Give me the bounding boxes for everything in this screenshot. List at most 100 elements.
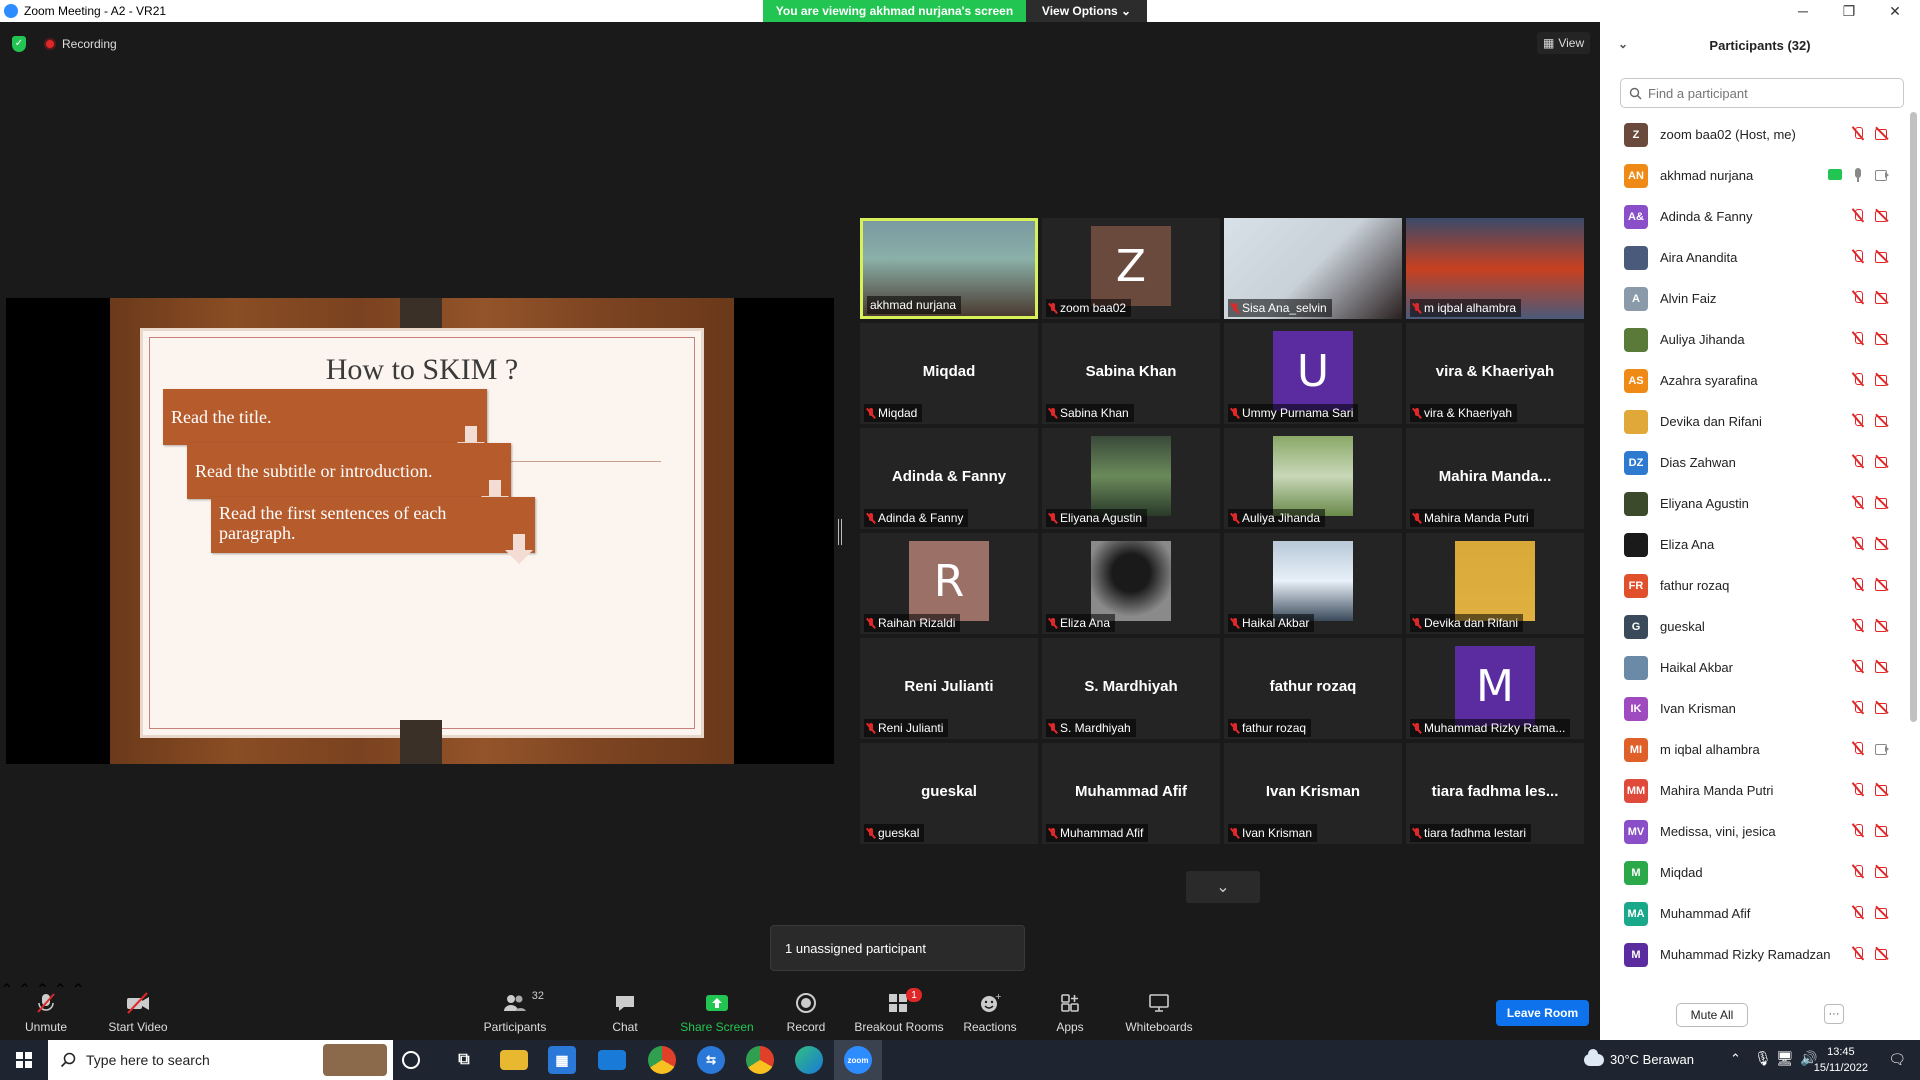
- start-video-button[interactable]: Start Video: [104, 980, 172, 1040]
- participant-row[interactable]: MI m iqbal alhambra: [1600, 729, 1904, 770]
- video-off-icon[interactable]: [1874, 578, 1890, 592]
- security-shield-icon[interactable]: ✓: [12, 36, 26, 52]
- participant-row[interactable]: M Miqdad: [1600, 852, 1904, 893]
- minimize-button[interactable]: ─: [1780, 0, 1826, 22]
- participants-button[interactable]: 32 Participants: [480, 980, 550, 1040]
- microsoft-store-icon[interactable]: ▦: [548, 1046, 576, 1074]
- view-options-button[interactable]: View Options ⌄: [1026, 0, 1147, 22]
- participant-row[interactable]: MM Mahira Manda Putri: [1600, 770, 1904, 811]
- video-tile[interactable]: M Muhammad Rizky Rama...: [1406, 638, 1584, 739]
- taskbar-clock[interactable]: 13:45 15/11/2022: [1814, 1044, 1868, 1076]
- video-off-icon[interactable]: [1874, 291, 1890, 305]
- video-off-icon[interactable]: [1874, 947, 1890, 961]
- whiteboards-button[interactable]: Whiteboards: [1124, 980, 1194, 1040]
- video-off-icon[interactable]: [1874, 127, 1890, 141]
- microphone-muted-icon[interactable]: [1850, 209, 1866, 223]
- mute-all-button[interactable]: Mute All: [1676, 1003, 1748, 1027]
- video-tile[interactable]: Muhammad Afif Muhammad Afif: [1042, 743, 1220, 844]
- task-view-icon[interactable]: ⧉: [450, 1046, 478, 1074]
- cortana-icon[interactable]: [402, 1051, 420, 1069]
- video-tile[interactable]: Reni Julianti Reni Julianti: [860, 638, 1038, 739]
- video-tile[interactable]: tiara fadhma les... tiara fadhma lestari: [1406, 743, 1584, 844]
- microphone-muted-icon[interactable]: [1850, 373, 1866, 387]
- video-tile[interactable]: S. Mardhiyah S. Mardhiyah: [1042, 638, 1220, 739]
- participant-search-input[interactable]: [1648, 85, 1888, 101]
- microphone-muted-icon[interactable]: [1850, 291, 1866, 305]
- microphone-muted-icon[interactable]: [1850, 906, 1866, 920]
- notification-icon[interactable]: 🗨: [1888, 1051, 1906, 1068]
- participant-row[interactable]: M Muhammad Rizky Ramadzan: [1600, 934, 1904, 975]
- video-off-icon[interactable]: [1874, 373, 1890, 387]
- video-off-icon[interactable]: [1874, 906, 1890, 920]
- microphone-muted-icon[interactable]: [1850, 947, 1866, 961]
- leave-room-button[interactable]: Leave Room: [1496, 1000, 1589, 1026]
- view-button[interactable]: ▦ View: [1537, 32, 1591, 54]
- split-view-handle[interactable]: [838, 519, 842, 545]
- participant-row[interactable]: FR fathur rozaq: [1600, 565, 1904, 606]
- video-tile[interactable]: Sabina Khan Sabina Khan: [1042, 323, 1220, 424]
- microphone-muted-icon[interactable]: [1850, 865, 1866, 879]
- unmute-button[interactable]: Unmute: [18, 980, 74, 1040]
- close-button[interactable]: ✕: [1872, 0, 1918, 22]
- video-tile[interactable]: Eliyana Agustin: [1042, 428, 1220, 529]
- more-options-button[interactable]: ···: [1824, 1004, 1844, 1024]
- weather-widget[interactable]: 30°C Berawan: [1584, 1048, 1694, 1067]
- participant-row[interactable]: MA Muhammad Afif: [1600, 893, 1904, 934]
- microphone-muted-icon[interactable]: [1850, 701, 1866, 715]
- participant-row[interactable]: A& Adinda & Fanny: [1600, 196, 1904, 237]
- video-tile[interactable]: U Ummy Purnama Sari: [1224, 323, 1402, 424]
- apps-button[interactable]: Apps: [1054, 980, 1086, 1040]
- microphone-muted-icon[interactable]: [1850, 127, 1866, 141]
- microphone-muted-icon[interactable]: [1850, 455, 1866, 469]
- microphone-muted-icon[interactable]: [1850, 824, 1866, 838]
- video-tile[interactable]: akhmad nurjana: [860, 218, 1038, 319]
- video-tile[interactable]: fathur rozaq fathur rozaq: [1224, 638, 1402, 739]
- video-off-icon[interactable]: [1874, 332, 1890, 346]
- video-camera-icon[interactable]: [1874, 168, 1890, 182]
- start-button[interactable]: [0, 1040, 48, 1080]
- microphone-muted-icon[interactable]: [1850, 742, 1866, 756]
- taskbar-search-box[interactable]: Type here to search: [48, 1040, 393, 1080]
- video-off-icon[interactable]: [1874, 701, 1890, 715]
- video-off-icon[interactable]: [1874, 660, 1890, 674]
- video-off-icon[interactable]: [1874, 496, 1890, 510]
- video-off-icon[interactable]: [1874, 824, 1890, 838]
- video-camera-icon[interactable]: [1874, 742, 1890, 756]
- taskbar-active-app[interactable]: zoom: [834, 1040, 882, 1080]
- record-button[interactable]: Record: [786, 980, 826, 1040]
- network-icon[interactable]: 🖥: [1776, 1050, 1794, 1067]
- microphone-muted-icon[interactable]: [1850, 619, 1866, 633]
- participant-row[interactable]: IK Ivan Krisman: [1600, 688, 1904, 729]
- tray-chevron-up-icon[interactable]: ⌃: [1730, 1051, 1741, 1067]
- video-off-icon[interactable]: [1874, 619, 1890, 633]
- video-off-icon[interactable]: [1874, 250, 1890, 264]
- maximize-button[interactable]: ❐: [1826, 0, 1872, 22]
- video-tile[interactable]: Devika dan Rifani: [1406, 533, 1584, 634]
- participant-row[interactable]: Eliyana Agustin: [1600, 483, 1904, 524]
- audio-options-caret-icon[interactable]: ⌃: [0, 982, 13, 999]
- recording-indicator[interactable]: Recording: [44, 34, 117, 54]
- video-off-icon[interactable]: [1874, 537, 1890, 551]
- share-screen-button[interactable]: Share Screen: [680, 980, 754, 1040]
- video-tile[interactable]: gueskal gueskal: [860, 743, 1038, 844]
- participant-row[interactable]: Aira Anandita: [1600, 237, 1904, 278]
- microphone-muted-icon[interactable]: [1850, 578, 1866, 592]
- video-tile[interactable]: R Raihan Rizaldi: [860, 533, 1038, 634]
- gallery-next-page-button[interactable]: ⌄: [1186, 871, 1260, 903]
- microphone-icon[interactable]: [1850, 168, 1866, 182]
- participant-row[interactable]: AN akhmad nurjana: [1600, 155, 1904, 196]
- microphone-muted-icon[interactable]: [1850, 414, 1866, 428]
- video-off-icon[interactable]: [1874, 414, 1890, 428]
- microphone-muted-icon[interactable]: [1850, 537, 1866, 551]
- chrome-icon[interactable]: [648, 1046, 676, 1074]
- participant-row[interactable]: MV Medissa, vini, jesica: [1600, 811, 1904, 852]
- tray-microphone-icon[interactable]: 🎙: [1754, 1050, 1772, 1067]
- microphone-muted-icon[interactable]: [1850, 783, 1866, 797]
- unassigned-participant-popup[interactable]: 1 unassigned participant: [770, 925, 1025, 971]
- chevron-down-icon[interactable]: ⌄: [1618, 37, 1628, 51]
- edge-icon[interactable]: [795, 1046, 823, 1074]
- video-tile[interactable]: Zzoom baa02: [1042, 218, 1220, 319]
- video-tile[interactable]: Sisa Ana_selvin: [1224, 218, 1402, 319]
- video-off-icon[interactable]: [1874, 455, 1890, 469]
- microphone-muted-icon[interactable]: [1850, 250, 1866, 264]
